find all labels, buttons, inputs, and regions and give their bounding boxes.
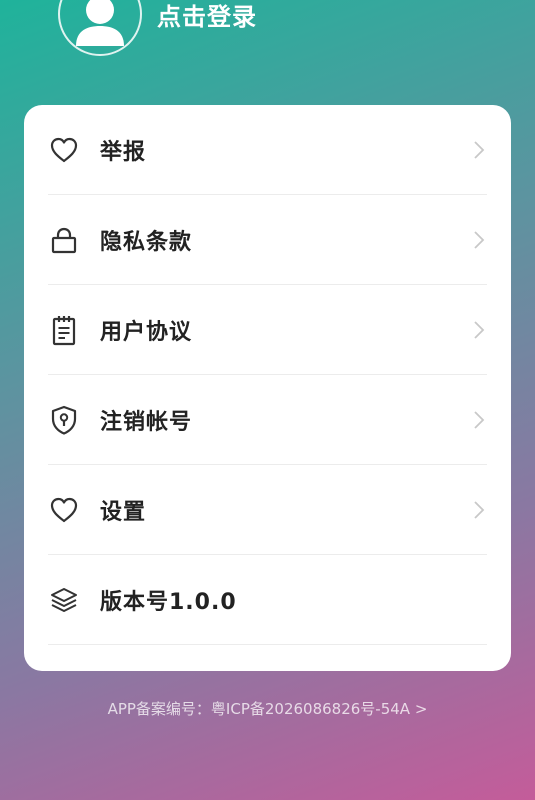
menu-card: 举报 隐私条款 用户协议 注销帐号 设置 版本号1.0.0 (24, 105, 511, 671)
menu-item-privacy[interactable]: 隐私条款 (48, 195, 487, 285)
heart-icon (48, 134, 80, 166)
chevron-right-icon (474, 140, 485, 159)
lock-icon (48, 224, 80, 256)
chevron-right-icon (474, 230, 485, 249)
menu-item-version: 版本号1.0.0 (48, 555, 487, 645)
menu-item-user-agreement[interactable]: 用户协议 (48, 285, 487, 375)
menu-item-label: 注销帐号 (100, 409, 193, 435)
shield-keyhole-icon (48, 404, 80, 436)
menu-item-label: 隐私条款 (100, 229, 193, 255)
avatar[interactable] (58, 0, 142, 56)
chevron-right-icon (474, 410, 485, 429)
menu-item-label: 举报 (100, 139, 147, 165)
clipboard-icon (48, 314, 80, 346)
heart-icon (48, 494, 80, 526)
menu-item-label: 用户协议 (100, 319, 193, 345)
chevron-right-icon (474, 320, 485, 339)
profile-header: 点击登录 (0, 0, 535, 100)
layers-icon (48, 584, 80, 616)
login-link[interactable]: 点击登录 (157, 0, 257, 34)
menu-item-label: 设置 (100, 499, 147, 525)
user-avatar-icon (76, 0, 124, 46)
menu-item-delete-account[interactable]: 注销帐号 (48, 375, 487, 465)
menu-item-report[interactable]: 举报 (48, 105, 487, 195)
version-label: 版本号1.0.0 (100, 589, 237, 615)
menu-item-settings[interactable]: 设置 (48, 465, 487, 555)
chevron-right-icon (474, 500, 485, 519)
icp-record-link[interactable]: APP备案编号：粤ICP备2026086826号-54A > (0, 698, 535, 719)
